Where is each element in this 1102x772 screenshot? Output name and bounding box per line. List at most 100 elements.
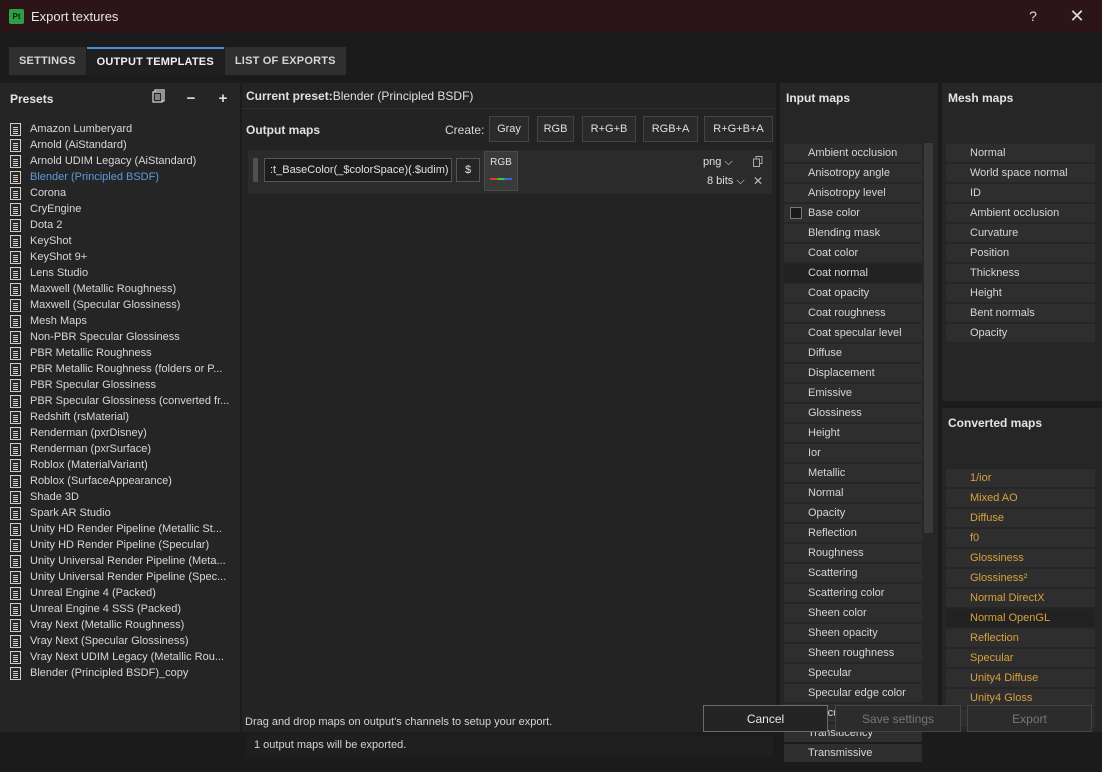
mesh-map-item[interactable]: Position — [946, 244, 1095, 262]
preset-item[interactable]: Unity HD Render Pipeline (Metallic St... — [0, 521, 240, 537]
input-map-item[interactable]: Anisotropy angle — [784, 164, 922, 182]
input-maps-scrollbar[interactable] — [924, 143, 933, 533]
remove-preset-icon[interactable]: − — [182, 89, 200, 109]
input-map-item[interactable]: Diffuse — [784, 344, 922, 362]
preset-item[interactable]: Maxwell (Specular Glossiness) — [0, 297, 240, 313]
preset-item[interactable]: PBR Specular Glossiness (converted fr... — [0, 393, 240, 409]
input-map-item[interactable]: Glossiness — [784, 404, 922, 422]
input-map-item[interactable]: Specular edge color — [784, 684, 922, 702]
preset-item[interactable]: Renderman (pxrSurface) — [0, 441, 240, 457]
converted-map-item[interactable]: Glossiness² — [946, 569, 1095, 587]
converted-map-item[interactable]: Specular — [946, 649, 1095, 667]
preset-item[interactable]: Vray Next (Metallic Roughness) — [0, 617, 240, 633]
create-r-g-b-button[interactable]: R+G+B — [582, 116, 636, 142]
bit-depth-dropdown[interactable]: 8 bits ⌵ — [707, 175, 745, 188]
input-map-item[interactable]: Emissive — [784, 384, 922, 402]
input-map-item[interactable]: Transmissive — [784, 744, 922, 762]
input-map-item[interactable]: Scattering — [784, 564, 922, 582]
preset-item[interactable]: Lens Studio — [0, 265, 240, 281]
input-map-item[interactable]: Blending mask — [784, 224, 922, 242]
preset-item[interactable]: KeyShot — [0, 233, 240, 249]
mesh-map-item[interactable]: World space normal — [946, 164, 1095, 182]
converted-map-item[interactable]: 1/ior — [946, 469, 1095, 487]
converted-map-item[interactable]: Diffuse — [946, 509, 1095, 527]
preset-item[interactable]: CryEngine — [0, 201, 240, 217]
converted-map-item[interactable]: f0 — [946, 529, 1095, 547]
mesh-map-item[interactable]: Opacity — [946, 324, 1095, 342]
converted-map-item[interactable]: Unity4 Diffuse — [946, 669, 1095, 687]
preset-item[interactable]: Spark AR Studio — [0, 505, 240, 521]
preset-item[interactable]: Corona — [0, 185, 240, 201]
preset-item[interactable]: Maxwell (Metallic Roughness) — [0, 281, 240, 297]
preset-item[interactable]: Roblox (MaterialVariant) — [0, 457, 240, 473]
create-gray-button[interactable]: Gray — [489, 116, 529, 142]
input-map-item[interactable]: Sheen opacity — [784, 624, 922, 642]
preset-item[interactable]: Non-PBR Specular Glossiness — [0, 329, 240, 345]
preset-item[interactable]: Renderman (pxrDisney) — [0, 425, 240, 441]
preset-item[interactable]: Shade 3D — [0, 489, 240, 505]
input-map-item[interactable]: Metallic — [784, 464, 922, 482]
converted-map-item[interactable]: Normal DirectX — [946, 589, 1095, 607]
mesh-map-item[interactable]: Bent normals — [946, 304, 1095, 322]
input-map-item[interactable]: Ior — [784, 444, 922, 462]
mesh-map-item[interactable]: Ambient occlusion — [946, 204, 1095, 222]
tab-list-of-exports[interactable]: LIST OF EXPORTS — [224, 47, 346, 75]
add-preset-icon[interactable]: + — [214, 89, 232, 109]
input-map-item[interactable]: Roughness — [784, 544, 922, 562]
preset-item[interactable]: KeyShot 9+ — [0, 249, 240, 265]
rgb-channel-slot[interactable]: RGB — [484, 151, 518, 191]
preset-item[interactable]: Unity HD Render Pipeline (Specular) — [0, 537, 240, 553]
mesh-map-item[interactable]: ID — [946, 184, 1095, 202]
remove-map-icon[interactable]: ✕ — [753, 174, 763, 188]
preset-item[interactable]: Arnold (AiStandard) — [0, 137, 240, 153]
preset-item[interactable]: Roblox (SurfaceAppearance) — [0, 473, 240, 489]
mesh-map-item[interactable]: Height — [946, 284, 1095, 302]
tab-output-templates[interactable]: OUTPUT TEMPLATES — [86, 47, 224, 75]
save-settings-button[interactable]: Save settings — [835, 705, 961, 732]
copy-icon[interactable] — [753, 156, 763, 167]
preset-item[interactable]: Unity Universal Render Pipeline (Spec... — [0, 569, 240, 585]
drag-handle[interactable] — [253, 158, 258, 182]
input-map-item[interactable]: Height — [784, 424, 922, 442]
input-map-item[interactable]: Coat opacity — [784, 284, 922, 302]
preset-item[interactable]: PBR Metallic Roughness (folders or P... — [0, 361, 240, 377]
mesh-map-item[interactable]: Curvature — [946, 224, 1095, 242]
create-rgb-button[interactable]: RGB — [537, 116, 574, 142]
input-map-item[interactable]: Opacity — [784, 504, 922, 522]
close-button[interactable]: ✕ — [1066, 6, 1088, 26]
cancel-button[interactable]: Cancel — [703, 705, 828, 732]
input-map-item[interactable]: Coat roughness — [784, 304, 922, 322]
create-rgb-a-button[interactable]: RGB+A — [643, 116, 698, 142]
preset-item[interactable]: Blender (Principled BSDF) — [0, 169, 240, 185]
help-button[interactable]: ? — [1024, 6, 1042, 26]
preset-item[interactable]: Vray Next (Specular Glossiness) — [0, 633, 240, 649]
input-map-item[interactable]: Normal — [784, 484, 922, 502]
preset-item[interactable]: PBR Specular Glossiness — [0, 377, 240, 393]
input-map-item[interactable]: Sheen color — [784, 604, 922, 622]
checkbox[interactable] — [790, 207, 802, 219]
input-map-item[interactable]: Coat specular level — [784, 324, 922, 342]
preset-item[interactable]: Dota 2 — [0, 217, 240, 233]
export-button[interactable]: Export — [967, 705, 1092, 732]
variable-button[interactable]: $ — [456, 158, 480, 182]
input-map-item[interactable]: Ambient occlusion — [784, 144, 922, 162]
preset-item[interactable]: Redshift (rsMaterial) — [0, 409, 240, 425]
input-map-item[interactable]: Base color — [784, 204, 922, 222]
preset-item[interactable]: Mesh Maps — [0, 313, 240, 329]
input-map-item[interactable]: Coat color — [784, 244, 922, 262]
create-r-g-b-a-button[interactable]: R+G+B+A — [704, 116, 773, 142]
input-map-item[interactable]: Anisotropy level — [784, 184, 922, 202]
preset-item[interactable]: Unity Universal Render Pipeline (Meta... — [0, 553, 240, 569]
preset-item[interactable]: Unreal Engine 4 SSS (Packed) — [0, 601, 240, 617]
converted-map-item[interactable]: Reflection — [946, 629, 1095, 647]
input-map-item[interactable]: Scattering color — [784, 584, 922, 602]
preset-item[interactable]: Unreal Engine 4 (Packed) — [0, 585, 240, 601]
output-map-name-field[interactable]: :t_BaseColor(_$colorSpace)(.$udim) — [264, 158, 452, 182]
input-map-item[interactable]: Coat normal — [784, 264, 922, 282]
converted-map-item[interactable]: Mixed AO — [946, 489, 1095, 507]
mesh-map-item[interactable]: Normal — [946, 144, 1095, 162]
tab-settings[interactable]: SETTINGS — [9, 47, 86, 75]
input-map-item[interactable]: Sheen roughness — [784, 644, 922, 662]
mesh-map-item[interactable]: Thickness — [946, 264, 1095, 282]
preset-item[interactable]: PBR Metallic Roughness — [0, 345, 240, 361]
